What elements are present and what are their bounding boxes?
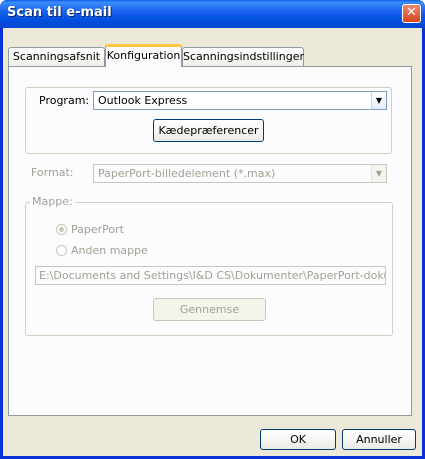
radio-paperport[interactable]	[56, 224, 67, 235]
tab-panel-konfiguration: Program: Outlook Express ▼ Kædepræferenc…	[8, 66, 412, 416]
format-value: PaperPort-billedelement (*.max)	[98, 167, 276, 180]
program-select[interactable]: Outlook Express ▼	[93, 91, 387, 110]
folder-path-value: E:\Documents and Settings\I&D CS\Dokumen…	[39, 269, 386, 282]
window-title: Scan til e-mail	[7, 5, 112, 20]
close-button[interactable]: ✕	[402, 4, 421, 23]
tab-label: Scanningsafsnit	[12, 50, 101, 63]
tab-scanningsindstillinger[interactable]: Scanningsindstillinger	[182, 47, 304, 66]
program-label: Program:	[39, 94, 90, 107]
program-value: Outlook Express	[98, 94, 188, 107]
radio-selected-dot	[59, 227, 64, 232]
folder-group-label: Mappe:	[30, 195, 75, 208]
tab-konfiguration[interactable]: Konfiguration	[105, 44, 182, 67]
chain-preferences-button[interactable]: Kædepræferencer	[153, 119, 264, 142]
chevron-down-icon[interactable]: ▼	[371, 92, 386, 109]
format-label: Format:	[31, 166, 74, 179]
tab-scanningsafsnit[interactable]: Scanningsafsnit	[8, 47, 105, 66]
chevron-down-icon[interactable]: ▼	[371, 165, 386, 182]
radio-paperport-label: PaperPort	[71, 223, 124, 236]
tab-label: Konfiguration	[106, 49, 181, 62]
folder-path-field[interactable]: E:\Documents and Settings\I&D CS\Dokumen…	[35, 266, 386, 285]
cancel-button[interactable]: Annuller	[342, 429, 416, 450]
radio-other-folder[interactable]	[56, 245, 67, 256]
ok-button[interactable]: OK	[260, 429, 336, 450]
radio-other-folder-label: Anden mappe	[71, 244, 148, 257]
browse-button[interactable]: Gennemse	[153, 298, 266, 321]
tab-label: Scanningsindstillinger	[183, 50, 304, 63]
close-icon: ✕	[406, 5, 417, 20]
title-bar[interactable]: Scan til e-mail ✕	[0, 0, 425, 28]
format-select[interactable]: PaperPort-billedelement (*.max) ▼	[93, 164, 387, 183]
